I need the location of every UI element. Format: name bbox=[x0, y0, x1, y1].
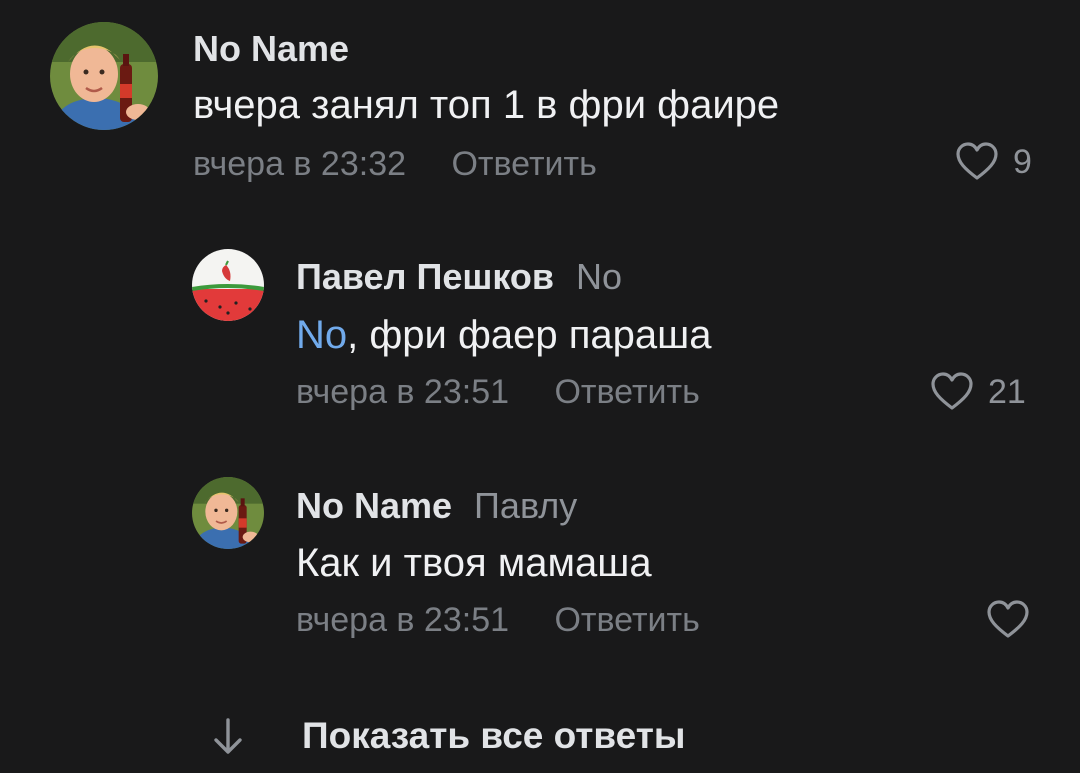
author-name[interactable]: No Name bbox=[296, 485, 452, 526]
comment-text: Как и твоя мамаша bbox=[296, 541, 652, 585]
comment-meta: вчера в 23:32 Ответить bbox=[193, 144, 597, 184]
author-row: No Name Павлу bbox=[296, 486, 577, 526]
comment-time[interactable]: вчера в 23:51 bbox=[296, 601, 509, 639]
author-row: No Name bbox=[193, 29, 349, 69]
comment-reply: No Name Павлу Как и твоя мамаша вчера в 2… bbox=[0, 460, 1080, 660]
avatar[interactable] bbox=[192, 249, 264, 321]
comment-text: вчера занял топ 1 в фри фаире bbox=[193, 83, 780, 127]
comment-top-level: No Name вчера занял топ 1 в фри фаире вч… bbox=[0, 0, 1080, 200]
comment-meta: вчера в 23:51 Ответить bbox=[296, 600, 700, 640]
avatar[interactable] bbox=[50, 22, 158, 130]
heart-icon bbox=[931, 372, 973, 410]
comment-time[interactable]: вчера в 23:32 bbox=[193, 145, 406, 183]
author-name[interactable]: Павел Пешков bbox=[296, 256, 554, 297]
show-all-replies-label: Показать все ответы bbox=[302, 715, 686, 756]
comment-body: , фри фаер параша bbox=[347, 313, 712, 357]
heart-icon bbox=[956, 142, 998, 180]
like-count: 21 bbox=[988, 373, 1026, 411]
reply-button[interactable]: Ответить bbox=[554, 601, 699, 639]
like-button[interactable] bbox=[986, 600, 1030, 640]
reply-button[interactable]: Ответить bbox=[451, 145, 596, 183]
author-name[interactable]: No Name bbox=[193, 28, 349, 69]
comment-meta: вчера в 23:51 Ответить bbox=[296, 372, 700, 412]
like-button[interactable]: 9 bbox=[955, 142, 1032, 182]
comment-reply: Павел Пешков No No, фри фаер параша вчера… bbox=[0, 230, 1080, 430]
reply-to-name[interactable]: No bbox=[576, 256, 622, 297]
mention-link[interactable]: No bbox=[296, 313, 347, 357]
show-all-replies-button[interactable]: Показать все ответы bbox=[210, 714, 686, 758]
heart-icon bbox=[987, 600, 1029, 638]
author-row: Павел Пешков No bbox=[296, 257, 622, 297]
comment-time[interactable]: вчера в 23:51 bbox=[296, 373, 509, 411]
like-button[interactable]: 21 bbox=[930, 372, 1026, 412]
comment-text: No, фри фаер параша bbox=[296, 312, 711, 358]
avatar[interactable] bbox=[192, 477, 264, 549]
boy-with-bottle-avatar-icon bbox=[50, 22, 158, 130]
reply-to-name[interactable]: Павлу bbox=[474, 485, 577, 526]
watermelon-avatar-icon bbox=[192, 249, 264, 321]
boy-with-bottle-avatar-icon bbox=[192, 477, 264, 549]
like-count: 9 bbox=[1013, 143, 1032, 181]
reply-button[interactable]: Ответить bbox=[554, 373, 699, 411]
arrow-down-icon bbox=[214, 718, 242, 754]
